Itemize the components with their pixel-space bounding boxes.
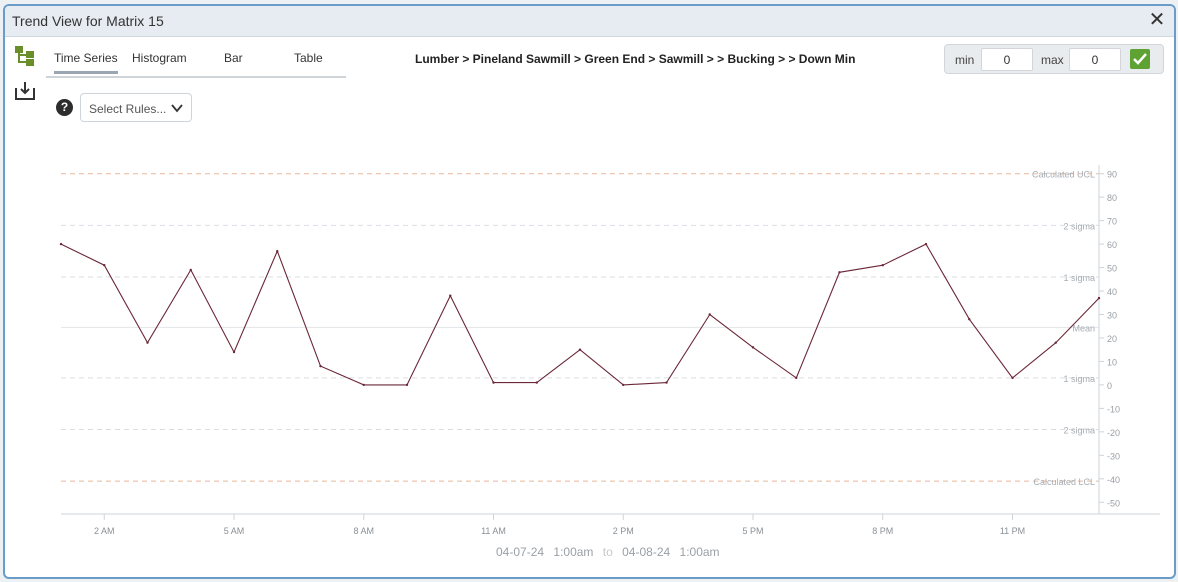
- y-tick-label: 60: [1107, 240, 1117, 250]
- y-tick-label: 40: [1107, 287, 1117, 297]
- data-point: [622, 383, 625, 387]
- x-tick-label: 5 AM: [224, 526, 245, 536]
- data-point: [405, 383, 409, 387]
- x-tick-label: 2 PM: [613, 526, 634, 536]
- data-point: [968, 318, 971, 321]
- x-tick-label: 8 PM: [872, 526, 893, 536]
- y-tick-label: -20: [1107, 428, 1120, 438]
- data-point: [1097, 296, 1101, 300]
- trend-view-modal: Trend View for Matrix 15 ✕ Time Series H…: [3, 4, 1176, 579]
- y-tick-label: 10: [1107, 357, 1117, 367]
- y-tick-label: 80: [1107, 193, 1117, 203]
- data-point: [362, 383, 365, 387]
- data-point: [708, 313, 711, 316]
- start-time: 1:00am: [553, 545, 594, 559]
- x-tick-label: 2 AM: [94, 526, 115, 536]
- data-point: [1011, 376, 1014, 380]
- reference-line-label: 2 sigma: [1063, 221, 1095, 231]
- y-tick-label: 70: [1107, 217, 1117, 227]
- y-tick-label: 90: [1107, 170, 1117, 180]
- end-date: 04-08-24: [622, 545, 671, 559]
- x-tick-label: 5 PM: [742, 526, 763, 536]
- data-point: [578, 348, 582, 351]
- reference-line-label: Calculated UCL: [1032, 170, 1095, 180]
- trend-chart: Calculated UCL 2 sigma 1 sigma Mean 1 sigma 2…: [59, 165, 1160, 536]
- data-point: [449, 294, 452, 297]
- data-point: [189, 268, 192, 272]
- date-range: 04-07-24 1:00am to 04-08-24 1:00am: [496, 545, 726, 559]
- data-point: [232, 350, 236, 354]
- y-tick-label: 30: [1107, 311, 1117, 321]
- data-point: [751, 346, 755, 349]
- y-tick-label: -10: [1107, 404, 1120, 414]
- start-date: 04-07-24: [496, 545, 545, 559]
- reference-line-label: Mean: [1072, 323, 1095, 333]
- data-point: [535, 381, 538, 384]
- data-point: [795, 376, 798, 380]
- x-tick-label: 11 PM: [1000, 526, 1025, 536]
- y-tick-label: 50: [1107, 264, 1117, 274]
- data-point: [665, 381, 668, 384]
- y-tick-label: -40: [1107, 475, 1120, 485]
- series-line: [60, 243, 1100, 386]
- x-tick-label: 8 AM: [353, 526, 374, 536]
- data-point: [1054, 341, 1057, 344]
- date-separator: to: [602, 545, 613, 559]
- reference-line-label: 2 sigma: [1063, 426, 1095, 436]
- data-point: [492, 381, 495, 384]
- y-tick-label: -30: [1107, 451, 1120, 461]
- reference-line-label: 1 sigma: [1063, 273, 1095, 283]
- y-tick-label: 0: [1107, 381, 1112, 391]
- x-tick-label: 11 AM: [481, 526, 506, 536]
- data-point: [924, 242, 928, 246]
- y-tick-label: -50: [1107, 498, 1120, 508]
- data-point: [146, 341, 149, 344]
- data-point: [276, 249, 279, 253]
- data-point: [838, 271, 841, 274]
- y-tick-label: 20: [1107, 334, 1117, 344]
- data-point: [103, 264, 106, 267]
- end-time: 1:00am: [679, 545, 720, 559]
- reference-line-label: 1 sigma: [1063, 374, 1095, 384]
- data-point: [59, 242, 63, 246]
- data-point: [881, 264, 884, 267]
- reference-line-label: Calculated LCL: [1033, 477, 1095, 487]
- data-point: [319, 364, 322, 368]
